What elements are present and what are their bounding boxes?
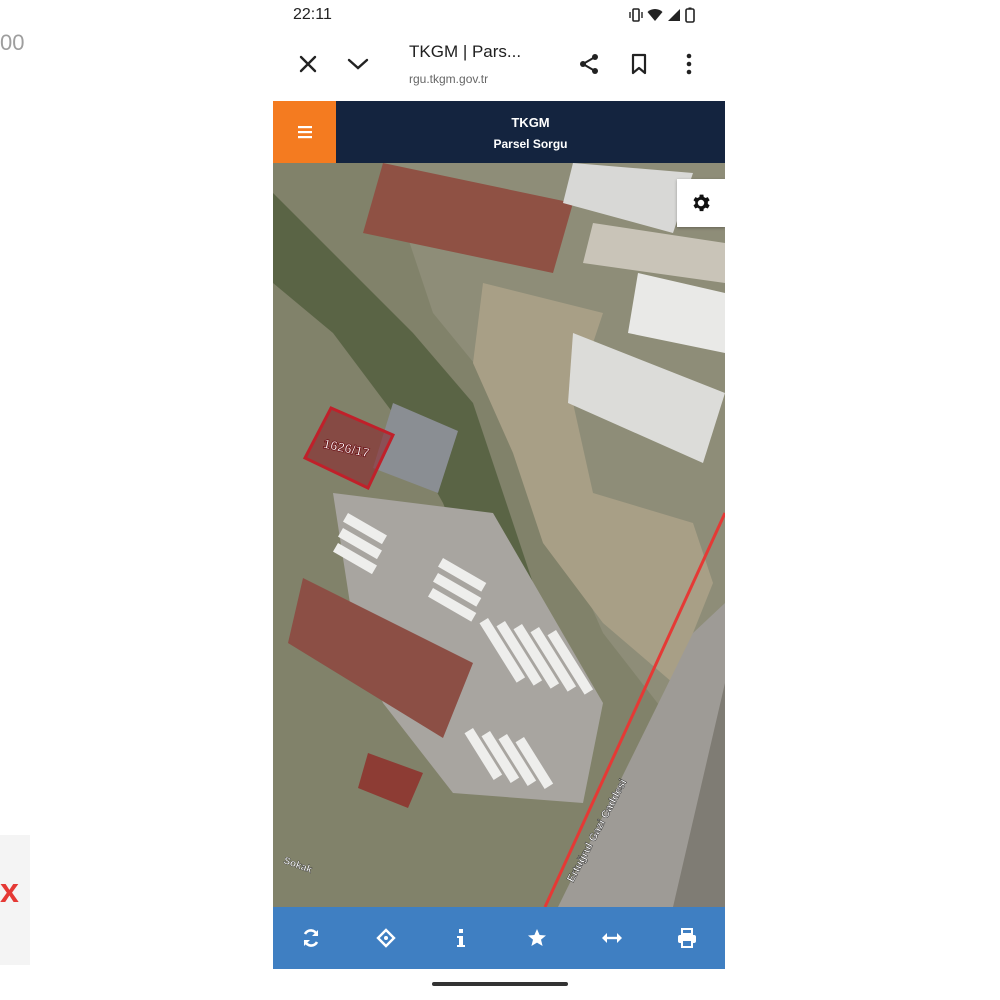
status-bar: 22:11 <box>273 0 725 32</box>
wifi-icon <box>647 9 663 21</box>
vibrate-icon <box>629 8 643 22</box>
print-icon <box>678 928 697 948</box>
share-icon[interactable] <box>571 46 607 82</box>
refresh-button[interactable] <box>291 918 331 958</box>
menu-button[interactable] <box>273 101 336 163</box>
settings-button[interactable] <box>677 179 725 227</box>
info-icon <box>457 929 466 947</box>
battery-icon <box>685 7 695 23</box>
close-icon[interactable] <box>290 46 326 82</box>
map-toolbar <box>273 907 725 969</box>
locate-button[interactable] <box>366 918 406 958</box>
measure-icon <box>601 933 622 943</box>
status-icons <box>629 7 695 23</box>
home-indicator[interactable] <box>432 982 568 986</box>
refresh-icon <box>303 929 318 947</box>
print-button[interactable] <box>667 918 707 958</box>
app-header: TKGM Parsel Sorgu <box>273 101 725 163</box>
star-icon <box>527 929 546 946</box>
satellite-map[interactable]: 1626/17 Ertuğrul Gazi Caddesi Sokak <box>273 163 725 907</box>
measure-button[interactable] <box>592 918 632 958</box>
chevron-down-icon[interactable] <box>340 46 376 82</box>
status-time: 22:11 <box>293 6 332 23</box>
app-subtitle: Parsel Sorgu <box>493 137 568 151</box>
map-imagery: 1626/17 Ertuğrul Gazi Caddesi Sokak <box>273 163 725 907</box>
background-text-fragment: 00 <box>0 30 25 55</box>
gear-icon <box>693 194 710 212</box>
signal-icon <box>668 9 680 21</box>
favorite-button[interactable] <box>517 918 557 958</box>
browser-toolbar: TKGM | Pars... rgu.tkgm.gov.tr <box>273 32 725 100</box>
bookmark-icon[interactable] <box>621 46 657 82</box>
hamburger-icon <box>297 126 312 139</box>
background-logo-fragment: x <box>0 872 19 910</box>
tab-url[interactable]: rgu.tkgm.gov.tr <box>409 72 488 86</box>
info-button[interactable] <box>441 918 481 958</box>
locate-icon <box>376 928 396 948</box>
app-title: TKGM <box>511 115 550 130</box>
tab-title: TKGM | Pars... <box>409 42 522 61</box>
more-icon[interactable] <box>671 46 707 82</box>
